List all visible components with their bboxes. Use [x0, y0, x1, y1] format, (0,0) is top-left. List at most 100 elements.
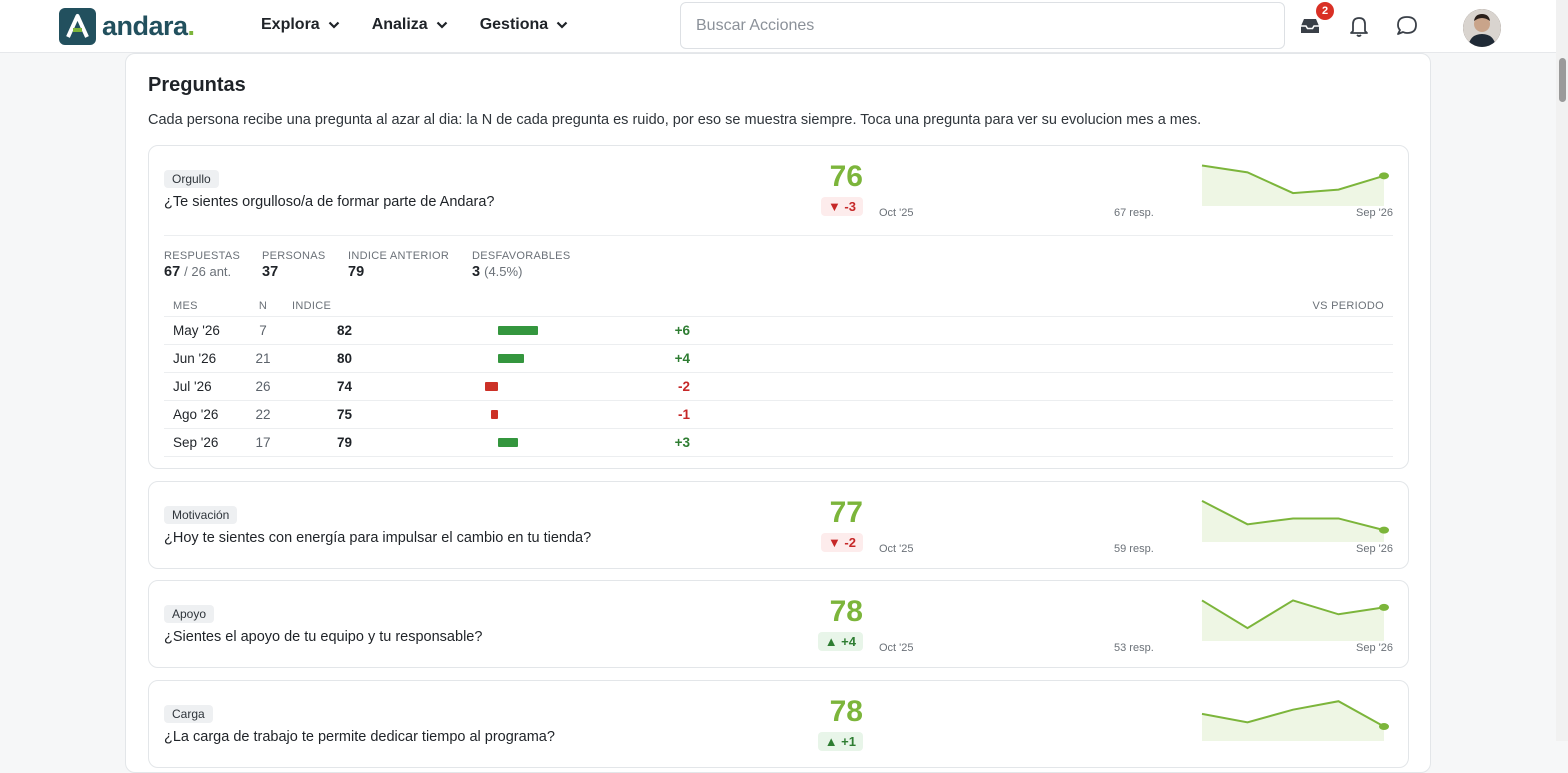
month-n: 21: [243, 344, 283, 373]
stat-indice-anterior: INDICE ANTERIOR 79: [348, 250, 450, 280]
page-scrollbar[interactable]: [1556, 0, 1568, 741]
question-delta: ▼ -2: [820, 533, 863, 552]
inbox-badge: 2: [1316, 2, 1334, 20]
nav-gestiona[interactable]: Gestiona: [480, 16, 568, 34]
question-card-carga[interactable]: Carga ¿La carga de trabajo te permite de…: [148, 680, 1409, 768]
chat-icon[interactable]: [1394, 13, 1420, 39]
question-text: ¿Hoy te sientes con energía para impulsa…: [164, 530, 592, 546]
month-row: Ago '26 22 75 -1: [164, 400, 1393, 429]
nav-explora[interactable]: Explora: [261, 16, 340, 34]
month-n: 22: [243, 400, 283, 429]
question-score: 78: [829, 595, 863, 628]
sparkline-area: [1202, 500, 1384, 542]
month-index: 79: [283, 428, 352, 457]
question-text: ¿La carga de trabajo te permite dedicar …: [164, 729, 555, 745]
sparkline-responses: 67 resp.: [1114, 207, 1154, 219]
scrollbar-thumb[interactable]: [1559, 58, 1566, 102]
question-card-orgullo[interactable]: Orgullo ¿Te sientes orgulloso/a de forma…: [148, 145, 1409, 469]
question-tag: Motivación: [164, 506, 238, 524]
month-delta-bar-cell: [352, 372, 621, 401]
month-row: May '26 7 82 +6: [164, 316, 1393, 345]
question-delta: ▲ +1: [817, 732, 863, 751]
user-avatar[interactable]: [1463, 9, 1501, 47]
stat-desfavorables: DESFAVORABLES 3 (4.5%): [472, 250, 571, 280]
month-delta-bar: [491, 410, 498, 419]
sparkline-area: [1202, 701, 1384, 741]
question-score: 78: [829, 695, 863, 728]
stat-personas: PERSONAS 37: [262, 250, 326, 280]
andara-logo[interactable]: andara.: [59, 8, 195, 45]
col-bar: [352, 296, 621, 317]
month-label: Ago '26: [164, 400, 243, 429]
month-label: Jun '26: [164, 344, 243, 373]
stat-respuestas: RESPUESTAS 67 / 26 ant.: [164, 250, 241, 280]
sparkline-last-point: [1379, 603, 1389, 611]
col-indice: INDICE: [283, 296, 352, 317]
question-tag: Apoyo: [164, 605, 215, 623]
month-delta-bar: [498, 438, 518, 447]
sparkline-area: [1202, 600, 1384, 641]
sparkline-last-point: [1379, 526, 1389, 534]
question-card-apoyo[interactable]: Apoyo ¿Sientes el apoyo de tu equipo y t…: [148, 580, 1409, 668]
month-delta-bar: [484, 382, 498, 391]
question-text: ¿Te sientes orgulloso/a de formar parte …: [164, 194, 495, 210]
bell-icon[interactable]: [1346, 13, 1372, 39]
month-index: 82: [283, 316, 352, 345]
sparkline-area: [1202, 165, 1384, 206]
month-n: 7: [243, 316, 283, 345]
nav-analiza[interactable]: Analiza: [372, 16, 448, 34]
month-n: 26: [243, 372, 283, 401]
col-n: N: [243, 296, 283, 317]
month-delta: -2: [621, 372, 690, 401]
question-tag: Orgullo: [164, 170, 219, 188]
month-delta-bar-cell: [352, 428, 621, 457]
card-divider: [164, 235, 1393, 236]
question-text: ¿Sientes el apoyo de tu equipo y tu resp…: [164, 629, 483, 645]
sparkline-last-point: [1379, 172, 1389, 180]
month-delta-bar: [498, 354, 525, 363]
question-score: 77: [829, 496, 863, 529]
question-delta: ▼ -3: [820, 197, 863, 216]
chevron-down-icon: [556, 21, 568, 29]
sparkline-responses: 53 resp.: [1114, 642, 1154, 654]
andara-logo-mark-icon: [59, 8, 96, 45]
month-index: 80: [283, 344, 352, 373]
section-title: Preguntas: [148, 74, 246, 96]
sparkline-last-point: [1379, 723, 1389, 731]
month-delta-bar-cell: [352, 400, 621, 429]
month-delta-bar: [498, 326, 538, 335]
month-delta-bar-cell: [352, 316, 621, 345]
col-vs-periodo: VS PERIODO: [690, 296, 1393, 317]
question-sparkline: [1201, 599, 1389, 641]
question-sparkline: [1201, 700, 1389, 741]
month-row: Sep '26 17 79 +3: [164, 428, 1393, 457]
search-input[interactable]: [680, 2, 1285, 49]
main-nav: Explora Analiza Gestiona: [261, 16, 600, 34]
section-description: Cada persona recibe una pregunta al azar…: [148, 112, 1202, 128]
month-index: 74: [283, 372, 352, 401]
question-sparkline: [1201, 500, 1389, 542]
sparkline-start-label: Oct '25: [879, 642, 914, 654]
month-delta: +6: [621, 316, 690, 345]
month-label: Sep '26: [164, 428, 243, 457]
month-label: Jul '26: [164, 372, 243, 401]
question-card-motivacion[interactable]: Motivación ¿Hoy te sientes con energía p…: [148, 481, 1409, 569]
sparkline-start-label: Oct '25: [879, 543, 914, 555]
month-delta: -1: [621, 400, 690, 429]
question-delta: ▲ +4: [817, 632, 863, 651]
col-mes: MES: [164, 296, 243, 317]
logo-wordmark: andara.: [102, 11, 195, 41]
sparkline-responses: 59 resp.: [1114, 543, 1154, 555]
month-row: Jun '26 21 80 +4: [164, 344, 1393, 373]
question-tag: Carga: [164, 705, 213, 723]
month-index: 75: [283, 400, 352, 429]
col-delta: [621, 296, 690, 317]
top-navigation-bar: andara. Explora Analiza Gestiona 2: [0, 0, 1556, 53]
question-sparkline: [1201, 164, 1389, 206]
month-row: Jul '26 26 74 -2: [164, 372, 1393, 401]
questions-panel: Preguntas Cada persona recibe una pregun…: [125, 53, 1431, 773]
monthly-table: MES N INDICE VS PERIODO May '26 7 82 +6 Jun …: [164, 296, 1393, 457]
month-delta: +4: [621, 344, 690, 373]
month-delta: +3: [621, 428, 690, 457]
month-delta-bar-cell: [352, 344, 621, 373]
